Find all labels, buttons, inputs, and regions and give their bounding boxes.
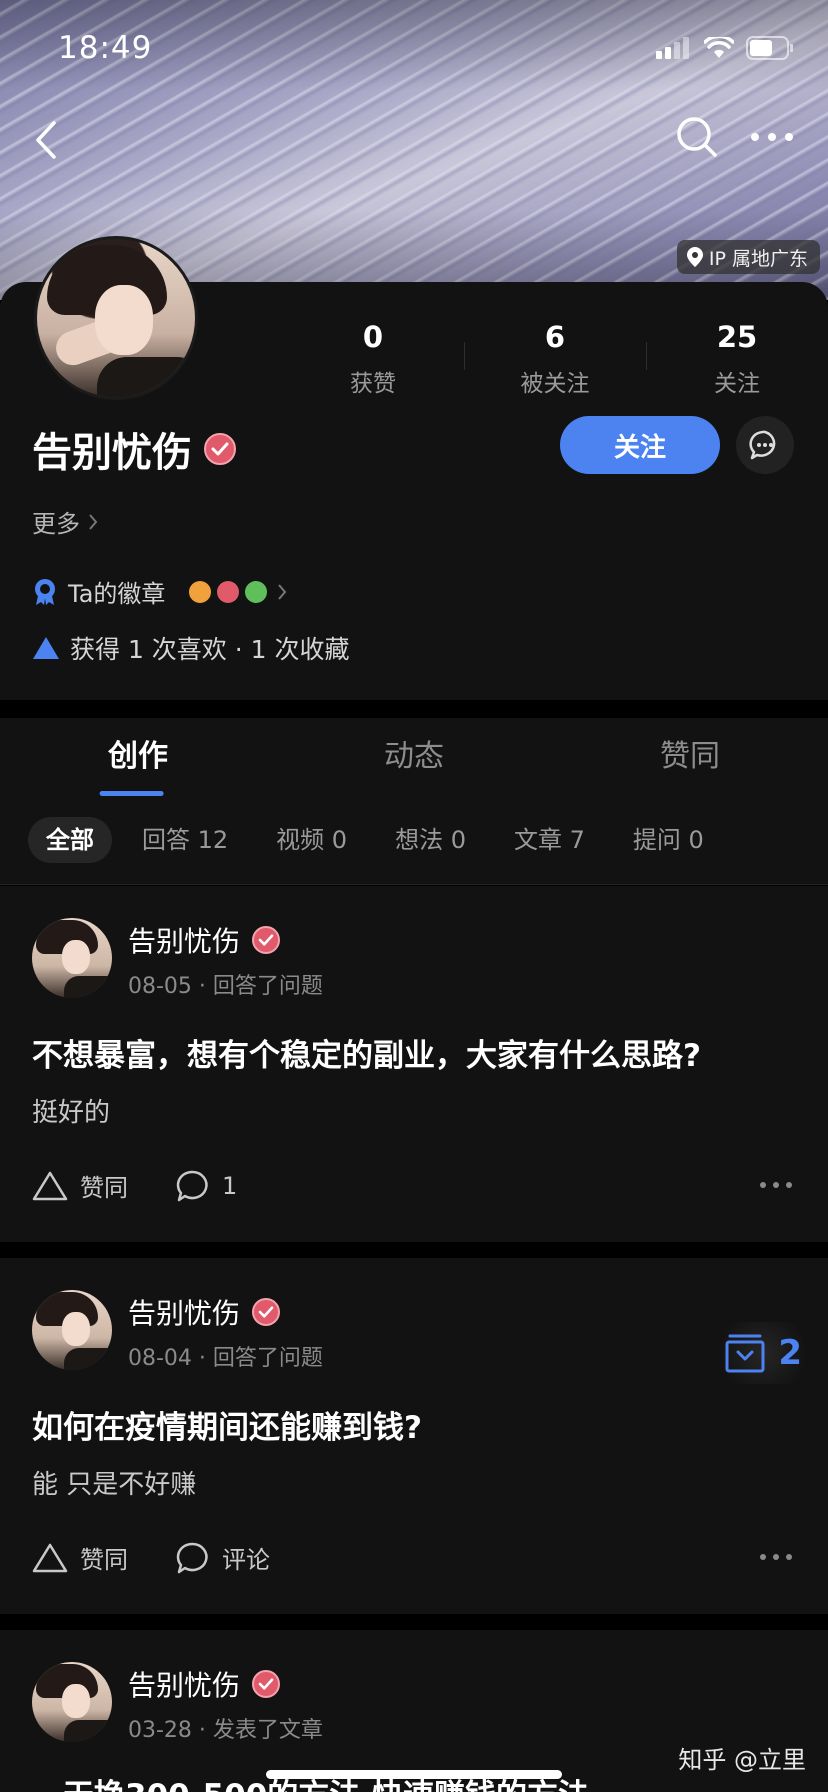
post-meta: 08-04 · 回答了问题 [128, 1346, 323, 1371]
chevron-left-icon [36, 121, 56, 159]
stat-value: 6 [544, 320, 566, 354]
triangle-upvote-icon [32, 1543, 68, 1572]
stat-value: 25 [716, 320, 758, 354]
badges-row[interactable]: Ta的徽章 [32, 574, 287, 609]
filter-all[interactable]: 全部 [28, 817, 112, 863]
favorites-count[interactable]: 2 [708, 1322, 818, 1384]
post-actions: 赞同 评论 [32, 1540, 318, 1575]
profile-stats: 0 获赞 6 被关注 25 关注 [282, 320, 828, 398]
avatar[interactable] [34, 236, 198, 400]
more-icon [751, 133, 793, 141]
post-excerpt[interactable]: 能 只是不好赚 [32, 1464, 196, 1501]
more-info-link[interactable]: 更多 [32, 504, 98, 539]
likes-summary-row: 获得 1 次喜欢 · 1 次收藏 [32, 630, 350, 666]
upvote-label: 赞同 [80, 1174, 128, 1202]
ip-location-text: IP 属地广东 [708, 247, 808, 270]
search-icon [677, 117, 717, 157]
post-author[interactable]: 告别忧伤 [128, 1664, 240, 1704]
battery-icon [746, 36, 793, 60]
status-time: 18:49 [58, 30, 153, 66]
profile-name-row: 告别忧伤 [32, 420, 236, 478]
watermark: 知乎 @立里 [678, 1746, 806, 1774]
badge-green-icon [245, 580, 268, 603]
profile-name: 告别忧伤 [32, 430, 192, 476]
post-title[interactable]: 如何在疫情期间还能赚到钱? [32, 1402, 422, 1447]
search-button[interactable] [674, 114, 720, 160]
archive-box-icon [725, 1334, 765, 1373]
post-more-button[interactable] [760, 1554, 792, 1560]
post-avatar[interactable] [32, 918, 112, 998]
stat-label: 被关注 [520, 371, 590, 397]
follow-button[interactable]: 关注 [560, 416, 720, 474]
status-icons [656, 36, 794, 60]
comment-bubble-icon [176, 1170, 208, 1201]
post-meta: 08-05 · 回答了问题 [128, 974, 323, 999]
post-author[interactable]: 告别忧伤 [128, 1292, 240, 1332]
verified-badge-icon [204, 433, 236, 465]
stat-value: 0 [362, 320, 384, 354]
post-author-row: 告别忧伤 [128, 1664, 281, 1704]
signal-icon [656, 37, 689, 59]
feed-item[interactable]: 告别忧伤 08-04 · 回答了问题 2 如何在疫情期间还能赚到钱? 能 只是不… [0, 1258, 828, 1614]
content-tabs: 创作 动态 赞同 [0, 718, 828, 797]
badge-red-icon [217, 580, 240, 603]
badge-icons [189, 580, 268, 603]
post-meta: 03-28 · 发表了文章 [128, 1718, 323, 1743]
location-pin-icon [686, 247, 703, 267]
tab-upvotes[interactable]: 赞同 [552, 718, 828, 796]
post-author[interactable]: 告别忧伤 [128, 920, 240, 960]
chevron-right-icon [278, 583, 287, 600]
triangle-upvote-icon [33, 637, 59, 659]
stat-likes[interactable]: 0 获赞 [282, 320, 464, 398]
more-label: 更多 [32, 510, 80, 538]
upvote-label: 赞同 [80, 1546, 128, 1574]
comment-button[interactable]: 1 [176, 1169, 237, 1203]
verified-badge-icon [252, 926, 281, 954]
post-author-row: 告别忧伤 [128, 920, 281, 960]
filter-articles[interactable]: 文章 7 [496, 817, 603, 863]
home-indicator[interactable] [266, 1770, 562, 1779]
wifi-icon [704, 37, 734, 58]
badge-orange-icon [189, 580, 212, 603]
tab-activity[interactable]: 动态 [276, 718, 552, 796]
post-author-row: 告别忧伤 [128, 1292, 281, 1332]
stat-followers[interactable]: 6 被关注 [464, 320, 646, 398]
filter-thoughts[interactable]: 想法 0 [377, 817, 484, 863]
stat-label: 获赞 [350, 371, 396, 397]
message-bubble-icon [749, 430, 776, 460]
comment-count: 1 [222, 1171, 238, 1200]
badges-label: Ta的徽章 [68, 580, 166, 608]
back-button[interactable] [26, 118, 66, 162]
chevron-right-icon [89, 513, 98, 530]
tab-creations[interactable]: 创作 [0, 718, 276, 796]
upvote-button[interactable]: 赞同 [32, 1168, 128, 1203]
upvote-button[interactable]: 赞同 [32, 1540, 128, 1575]
more-options-button[interactable] [748, 124, 796, 150]
message-button[interactable] [736, 416, 794, 474]
post-more-button[interactable] [760, 1182, 792, 1188]
verified-badge-icon [252, 1670, 281, 1698]
comment-bubble-icon [176, 1542, 208, 1573]
verified-badge-icon [252, 1298, 281, 1326]
filter-videos[interactable]: 视频 0 [258, 817, 365, 863]
comment-label: 评论 [222, 1546, 270, 1574]
stat-label: 关注 [714, 371, 760, 397]
filter-answers[interactable]: 回答 12 [124, 817, 246, 863]
post-avatar[interactable] [32, 1290, 112, 1370]
post-actions: 赞同 1 [32, 1168, 285, 1203]
triangle-upvote-icon [32, 1171, 68, 1200]
comment-button[interactable]: 评论 [176, 1540, 270, 1575]
favorites-number: 2 [778, 1333, 802, 1373]
post-excerpt[interactable]: 挺好的 [32, 1092, 110, 1129]
likes-summary-text: 获得 1 次喜欢 · 1 次收藏 [70, 635, 350, 664]
post-avatar[interactable] [32, 1662, 112, 1742]
badge-ribbon-icon [35, 578, 55, 605]
feed-item[interactable]: 告别忧伤 08-05 · 回答了问题 不想暴富，想有个稳定的副业，大家有什么思路… [0, 886, 828, 1242]
ip-location-tag: IP 属地广东 [676, 240, 820, 274]
filter-chips: 全部 回答 12 视频 0 想法 0 文章 7 提问 0 [0, 796, 828, 885]
post-title[interactable]: 不想暴富，想有个稳定的副业，大家有什么思路? [32, 1030, 701, 1075]
filter-questions[interactable]: 提问 0 [615, 817, 722, 863]
stat-following[interactable]: 25 关注 [646, 320, 828, 398]
